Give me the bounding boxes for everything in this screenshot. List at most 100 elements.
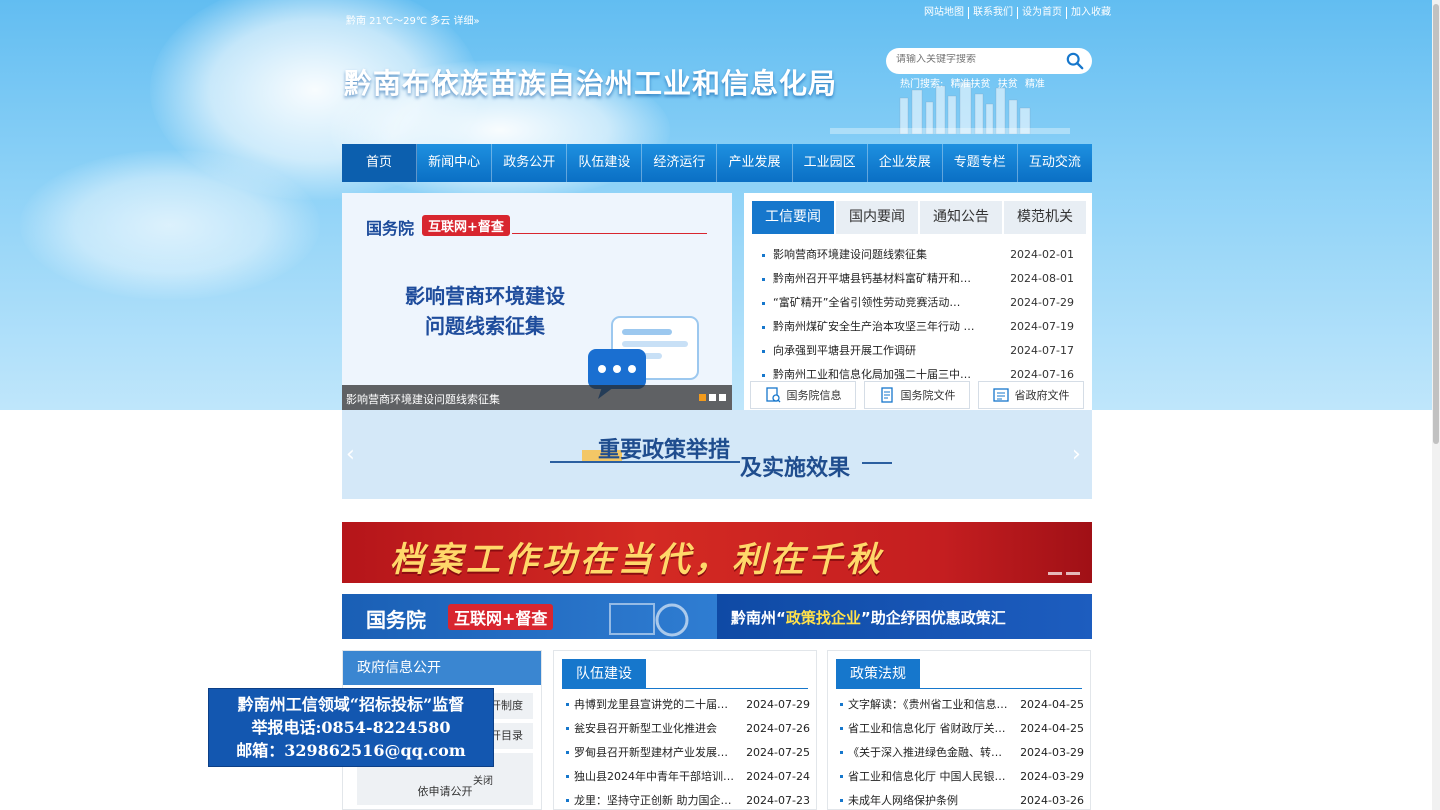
list-item[interactable]: 冉博到龙里县宣讲党的二十届三… 2024-07-29 xyxy=(566,693,810,717)
tab-domestic-news[interactable]: 国内要闻 xyxy=(836,201,918,234)
site-title: 黔南布依族苗族自治州工业和信息化局 xyxy=(344,67,838,100)
gov-info-row-label: 开目录 xyxy=(490,729,523,742)
news-title[interactable]: 黔南州召开平塘县钙基材料富矿精开和… xyxy=(760,267,990,291)
team-building-title[interactable]: 队伍建设 xyxy=(562,659,646,689)
magnifier-illustration xyxy=(609,603,689,637)
gov-info-row-label: 开制度 xyxy=(490,699,523,712)
slide-dot[interactable] xyxy=(709,394,716,401)
policy-finder-highlight: 政策找企业 xyxy=(785,609,861,627)
archive-banner[interactable]: 档案工作功在当代，利在千秋 xyxy=(342,522,1092,583)
news-title[interactable]: 向承强到平塘县开展工作调研 xyxy=(760,339,990,363)
tab-industry-news[interactable]: 工信要闻 xyxy=(752,201,834,234)
policy-finder-prefix: 黔南州“ xyxy=(731,609,786,627)
item-title[interactable]: 瓮安县召开新型工业化推进会 xyxy=(566,717,736,741)
slide-dots xyxy=(699,394,726,401)
inspection-banner[interactable]: 国务院 互联网+督查 xyxy=(342,594,717,639)
item-title[interactable]: 冉博到龙里县宣讲党的二十届三… xyxy=(566,693,736,717)
list-item[interactable]: 瓮安县召开新型工业化推进会 2024-07-26 xyxy=(566,717,810,741)
quick-link-label: 国务院文件 xyxy=(900,389,956,402)
news-title[interactable]: 黔南州煤矿安全生产治本攻坚三年行动 … xyxy=(760,315,990,339)
item-title[interactable]: 独山县2024年中青年干部培训班… xyxy=(566,765,736,789)
news-title[interactable]: “富矿精开”全省引领性劳动竞赛活动… xyxy=(760,291,990,315)
report-popup[interactable]: 黔南州工信领域“招标投标”监督 举报电话:0854-8224580 邮箱：329… xyxy=(208,688,494,767)
slide-dot[interactable] xyxy=(719,394,726,401)
policy-finder-suffix: ”助企纾困优惠政策汇 xyxy=(860,609,1006,627)
nav-interaction[interactable]: 互动交流 xyxy=(1018,144,1092,182)
list-item[interactable]: 独山县2024年中青年干部培训班… 2024-07-24 xyxy=(566,765,810,789)
nav-industry-development[interactable]: 产业发展 xyxy=(717,144,793,182)
list-item[interactable]: 黔南州召开平塘县钙基材料富矿精开和… 2024-08-01 xyxy=(760,267,1074,291)
list-item[interactable]: 省工业和信息化厅 中国人民银行… 2024-03-29 xyxy=(840,765,1084,789)
scrollbar-thumb[interactable] xyxy=(1433,4,1439,444)
policy-banner[interactable]: ‹ 重要政策举措 及实施效果 › xyxy=(342,410,1092,499)
top-link-favorite[interactable]: 加入收藏 xyxy=(1067,7,1115,19)
top-link-contact[interactable]: 联系我们 xyxy=(969,7,1018,19)
main-nav: 首页 新闻中心 政务公开 队伍建设 经济运行 产业发展 工业园区 企业发展 专题… xyxy=(342,144,1092,182)
list-item[interactable]: 《关于深入推进绿色金融、转型… 2024-03-29 xyxy=(840,741,1084,765)
news-title[interactable]: 影响营商环境建设问题线索征集 xyxy=(760,243,990,267)
laws-panel: 政策法规 文字解读：《贵州省工业和信息… 2024-04-25 省工业和信息化厅 … xyxy=(827,650,1091,810)
provincial-docs-button[interactable]: 省政府文件 xyxy=(978,381,1084,409)
item-title[interactable]: 未成年人网络保护条例 xyxy=(840,789,1010,810)
top-links: 网站地图 联系我们 设为首页 加入收藏 xyxy=(920,7,1115,19)
list-item[interactable]: 龙里：坚持守正创新 助力国企改… 2024-07-23 xyxy=(566,789,810,810)
popup-line: 黔南州工信领域“招标投标”监督 xyxy=(237,695,465,714)
item-title[interactable]: 省工业和信息化厅 省财政厅关于… xyxy=(840,717,1010,741)
slide-gw-label: 国务院 xyxy=(366,219,415,238)
banner-dot[interactable] xyxy=(1066,572,1080,575)
chevron-left-icon[interactable]: ‹ xyxy=(346,442,355,467)
nav-industrial-park[interactable]: 工业园区 xyxy=(793,144,868,182)
list-item[interactable]: “富矿精开”全省引领性劳动竞赛活动… 2024-07-29 xyxy=(760,291,1074,315)
search-input[interactable] xyxy=(896,54,1056,65)
gov-info-row[interactable]: 依申请公开 xyxy=(357,779,533,805)
chevron-right-icon[interactable]: › xyxy=(1072,442,1081,467)
item-title[interactable]: 罗甸县召开新型建材产业发展企… xyxy=(566,741,736,765)
city-skyline-illustration xyxy=(830,81,1070,134)
popup-email: 邮箱：329862516@qq.com xyxy=(236,741,466,760)
nav-news-center[interactable]: 新闻中心 xyxy=(417,144,493,182)
laws-title[interactable]: 政策法规 xyxy=(836,659,920,689)
quick-link-label: 省政府文件 xyxy=(1014,389,1070,402)
popup-close-button[interactable]: 关闭 xyxy=(473,772,493,787)
list-item[interactable]: 省工业和信息化厅 省财政厅关于… 2024-04-25 xyxy=(840,717,1084,741)
item-title[interactable]: 龙里：坚持守正创新 助力国企改… xyxy=(566,789,736,810)
policy-banner-subtitle: 及实施效果 xyxy=(740,455,851,481)
list-item[interactable]: 黔南州煤矿安全生产治本攻坚三年行动 … 2024-07-19 xyxy=(760,315,1074,339)
banner-dot[interactable] xyxy=(1048,572,1062,575)
list-item[interactable]: 影响营商环境建设问题线索征集 2024-02-01 xyxy=(760,243,1074,267)
weather-info[interactable]: 黔南 21℃～29℃ 多云 详细» xyxy=(346,12,480,27)
news-tabs: 工信要闻 国内要闻 通知公告 模范机关 xyxy=(752,201,1088,234)
quick-link-label: 国务院信息 xyxy=(786,389,842,402)
list-item[interactable]: 罗甸县召开新型建材产业发展企… 2024-07-25 xyxy=(566,741,810,765)
item-date: 2024-04-25 xyxy=(1020,722,1084,735)
list-item[interactable]: 未成年人网络保护条例 2024-03-26 xyxy=(840,789,1084,810)
tab-model-organs[interactable]: 模范机关 xyxy=(1004,201,1086,234)
inspection-banner-badge: 互联网+督查 xyxy=(448,604,554,630)
gov-info-title[interactable]: 政府信息公开 xyxy=(343,651,541,685)
slide-caption[interactable]: 影响营商环境建设问题线索征集 xyxy=(346,391,500,407)
search-icon[interactable] xyxy=(1066,52,1084,70)
gov-info-row-label: 依申请公开 xyxy=(417,785,473,798)
policy-finder-banner[interactable]: 黔南州“政策找企业”助企纾困优惠政策汇 xyxy=(717,594,1092,639)
nav-home[interactable]: 首页 xyxy=(342,144,418,182)
scrollbar[interactable] xyxy=(1432,0,1440,810)
tab-notices[interactable]: 通知公告 xyxy=(920,201,1002,234)
item-title[interactable]: 《关于深入推进绿色金融、转型… xyxy=(840,741,1010,765)
state-council-info-button[interactable]: 国务院信息 xyxy=(750,381,856,409)
item-title[interactable]: 文字解读：《贵州省工业和信息… xyxy=(840,693,1010,717)
list-icon xyxy=(992,388,1009,402)
nav-economic-operation[interactable]: 经济运行 xyxy=(642,144,718,182)
nav-government-affairs[interactable]: 政务公开 xyxy=(492,144,568,182)
slide-dot[interactable] xyxy=(699,394,706,401)
list-item[interactable]: 向承强到平塘县开展工作调研 2024-07-17 xyxy=(760,339,1074,363)
item-title[interactable]: 省工业和信息化厅 中国人民银行… xyxy=(840,765,1010,789)
news-date: 2024-07-29 xyxy=(1010,296,1074,309)
top-link-sitemap[interactable]: 网站地图 xyxy=(920,7,969,19)
nav-team-building[interactable]: 队伍建设 xyxy=(567,144,643,182)
image-slider[interactable]: 国务院 互联网+督查 影响营商环境建设 问题线索征集 影响营商环境建设问题线索征… xyxy=(342,193,732,410)
nav-enterprise-development[interactable]: 企业发展 xyxy=(868,144,943,182)
list-item[interactable]: 文字解读：《贵州省工业和信息… 2024-04-25 xyxy=(840,693,1084,717)
nav-special-topics[interactable]: 专题专栏 xyxy=(943,144,1018,182)
state-council-docs-button[interactable]: 国务院文件 xyxy=(864,381,970,409)
top-link-homepage[interactable]: 设为首页 xyxy=(1018,7,1067,19)
